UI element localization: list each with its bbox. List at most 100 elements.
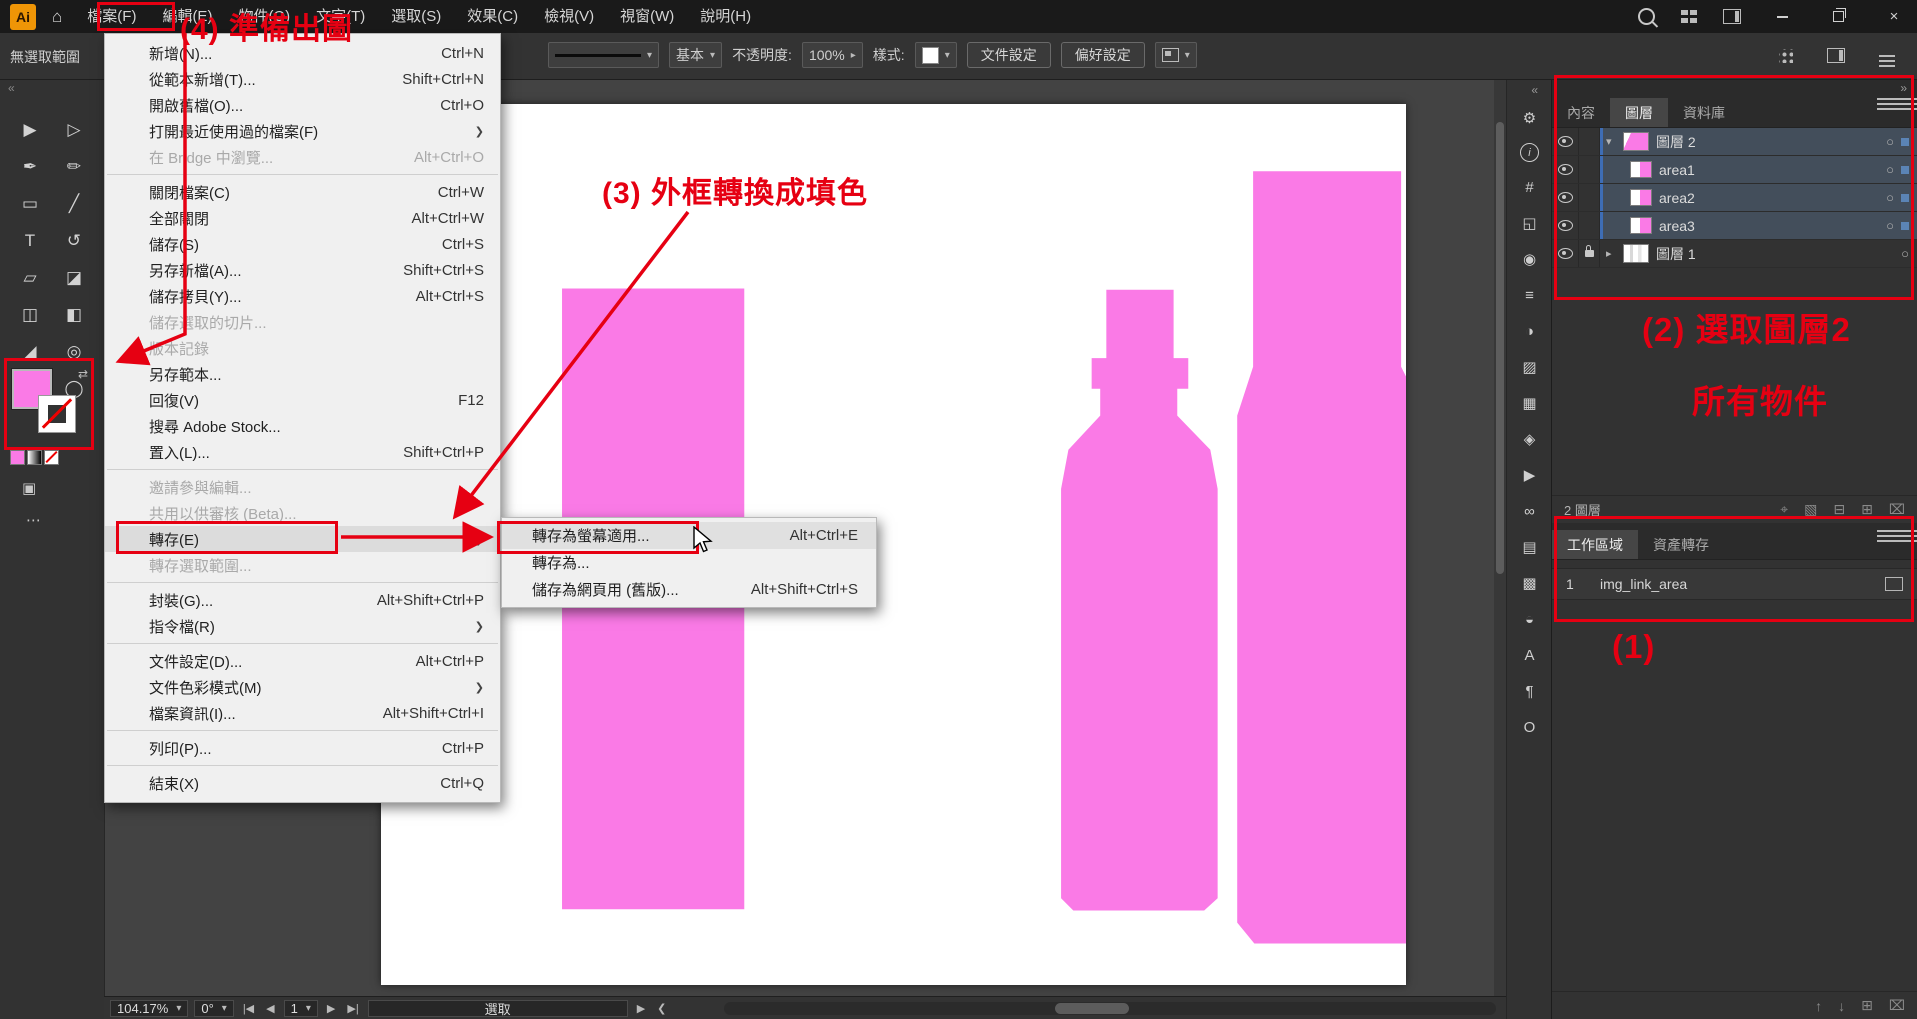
menu-item-scripts[interactable]: 指令檔(R)❯ [105,613,500,639]
color-mode-icon[interactable] [10,450,25,465]
panel-layout-icon[interactable] [1827,48,1845,63]
horizontal-scrollbar[interactable] [724,1002,1496,1015]
tab-asset-export[interactable]: 資產轉存 [1638,530,1724,559]
menu-item-document-setup[interactable]: 文件設定(D)...Alt+Ctrl+P [105,648,500,674]
shape-bottle-small[interactable] [1061,290,1218,911]
menu-item-package[interactable]: 封裝(G)...Alt+Shift+Ctrl+P [105,587,500,613]
delete-layer-icon[interactable]: ⌧ [1889,501,1905,518]
properties-icon[interactable]: ⚙ [1518,107,1542,129]
layer-row-layer2[interactable]: ▾ 圖層 2 ○ [1552,128,1917,156]
menu-view[interactable]: 檢視(V) [531,0,607,33]
arrange-documents-icon[interactable] [1681,10,1697,23]
collapse-tools-icon[interactable]: « [8,81,15,95]
menu-item-save-for-web-legacy[interactable]: 儲存為網頁用 (舊版)...Alt+Shift+Ctrl+S [502,576,876,603]
close-button[interactable]: × [1879,0,1909,33]
delete-artboard-icon[interactable]: ⌧ [1889,997,1905,1014]
menu-item-close[interactable]: 關閉檔案(C)Ctrl+W [105,179,500,205]
workspace-switcher-icon[interactable] [1723,9,1741,24]
menu-item-save-as[interactable]: 另存新檔(A)...Shift+Ctrl+S [105,257,500,283]
menu-item-document-color-mode[interactable]: 文件色彩模式(M)❯ [105,674,500,700]
document-setup-button[interactable]: 文件設定 [967,42,1051,68]
opacity-select[interactable]: 100%▸ [802,42,863,68]
target-circle[interactable]: ○ [1886,190,1894,205]
menu-item-export-for-screens[interactable]: 轉存為螢幕適用...Alt+Ctrl+E [502,522,876,549]
menu-file[interactable]: 檔案(F) [74,0,149,33]
lock-toggle[interactable] [1579,184,1600,211]
search-icon[interactable] [1638,8,1655,25]
menu-item-close-all[interactable]: 全部關閉Alt+Ctrl+W [105,205,500,231]
menu-item-export-as[interactable]: 轉存為... [502,549,876,576]
opentype-icon[interactable]: O [1518,716,1542,738]
symbols-icon[interactable]: ◈ [1518,428,1542,450]
pathfinder-icon[interactable]: ◱ [1518,212,1542,234]
rotate-tool[interactable]: ↺ [52,222,96,259]
minimize-button[interactable] [1767,0,1797,33]
control-bar-menu-icon[interactable] [1879,55,1895,57]
collapse-panels-icon[interactable]: » [1900,81,1907,95]
lock-toggle[interactable] [1579,240,1600,267]
width-tool[interactable]: ◫ [8,296,52,333]
rectangle-tool[interactable]: ▭ [8,185,52,222]
transform-icon[interactable]: # [1518,176,1542,198]
actions-icon[interactable]: ▶ [1518,464,1542,486]
zoom-select[interactable]: 104.17%▾ [110,1000,188,1017]
panel-menu-icon[interactable] [1877,530,1917,532]
menu-item-export[interactable]: 轉存(E)❯ [105,526,500,552]
selection-tool[interactable]: ▶ [8,111,52,148]
color-icon[interactable]: ◒ [1518,608,1542,630]
artboard-row[interactable]: 1 img_link_area [1552,568,1917,600]
layer-row-area1[interactable]: area1 ○ [1552,156,1917,184]
menu-item-file-info[interactable]: 檔案資訊(I)...Alt+Shift+Ctrl+I [105,700,500,726]
character-icon[interactable]: A [1518,644,1542,666]
layer-row-area2[interactable]: area2 ○ [1552,184,1917,212]
gradient-icon[interactable]: ◑ [1518,320,1542,342]
expand-panels-icon[interactable]: « [1531,83,1538,97]
menu-item-search-adobe-stock[interactable]: 搜尋 Adobe Stock... [105,413,500,439]
previous-artboard-button[interactable]: ◀ [263,1002,277,1015]
tab-libraries[interactable]: 資料庫 [1668,98,1740,127]
visibility-toggle[interactable] [1552,156,1579,183]
menu-item-save-as-template[interactable]: 另存範本... [105,361,500,387]
visibility-toggle[interactable] [1552,212,1579,239]
menu-item-new-from-template[interactable]: 從範本新增(T)...Shift+Ctrl+N [105,66,500,92]
gradient-tool[interactable]: ◧ [52,296,96,333]
panel-menu-icon[interactable] [1877,98,1917,100]
stroke-color-swatch[interactable] [38,395,76,433]
scale-tool[interactable]: ▱ [8,259,52,296]
artboard-name[interactable]: img_link_area [1600,576,1877,592]
type-tool[interactable]: T [8,222,52,259]
menu-item-open[interactable]: 開啟舊檔(O)...Ctrl+O [105,92,500,118]
arrange-icon[interactable]: ▾ [1155,42,1197,68]
swatches-icon[interactable]: ▦ [1518,392,1542,414]
shape-bottle-large[interactable] [1237,171,1406,943]
menu-item-save-a-copy[interactable]: 儲存拷貝(Y)...Alt+Ctrl+S [105,283,500,309]
menu-item-open-recent[interactable]: 打開最近使用過的檔案(F)❯ [105,118,500,144]
status-expand-icon[interactable]: ▶ [634,1002,648,1015]
info-icon[interactable]: i [1520,143,1539,162]
direct-selection-tool[interactable]: ▷ [52,111,96,148]
paragraph-icon[interactable]: ¶ [1518,680,1542,702]
menu-effect[interactable]: 效果(C) [454,0,531,33]
chevron-right-icon[interactable]: ▸ [1606,247,1616,260]
home-icon[interactable]: ⌂ [52,7,62,27]
layer-row-area3[interactable]: area3 ○ [1552,212,1917,240]
new-layer-icon[interactable]: ⊞ [1861,501,1873,518]
menu-select[interactable]: 選取(S) [378,0,454,33]
menu-item-place[interactable]: 置入(L)...Shift+Ctrl+P [105,439,500,465]
artboard-nav-select[interactable]: 1▾ [284,1000,318,1017]
target-circle[interactable]: ○ [1886,134,1894,149]
menu-window[interactable]: 視窗(W) [607,0,687,33]
menu-edit[interactable]: 編輯(E) [149,0,225,33]
stroke-icon[interactable]: ≡ [1518,284,1542,306]
move-down-icon[interactable]: ↓ [1838,998,1845,1014]
eraser-tool[interactable]: ◪ [52,259,96,296]
move-up-icon[interactable]: ↑ [1815,998,1822,1014]
target-circle[interactable]: ○ [1886,218,1894,233]
none-mode-icon[interactable] [44,450,59,465]
pencil-tool[interactable]: ✏ [52,148,96,185]
draw-mode-icon[interactable]: ▣ [22,479,36,497]
tab-properties[interactable]: 內容 [1552,98,1610,127]
lock-toggle[interactable] [1579,156,1600,183]
restore-button[interactable] [1823,0,1853,33]
tab-artboards[interactable]: 工作區域 [1552,530,1638,559]
